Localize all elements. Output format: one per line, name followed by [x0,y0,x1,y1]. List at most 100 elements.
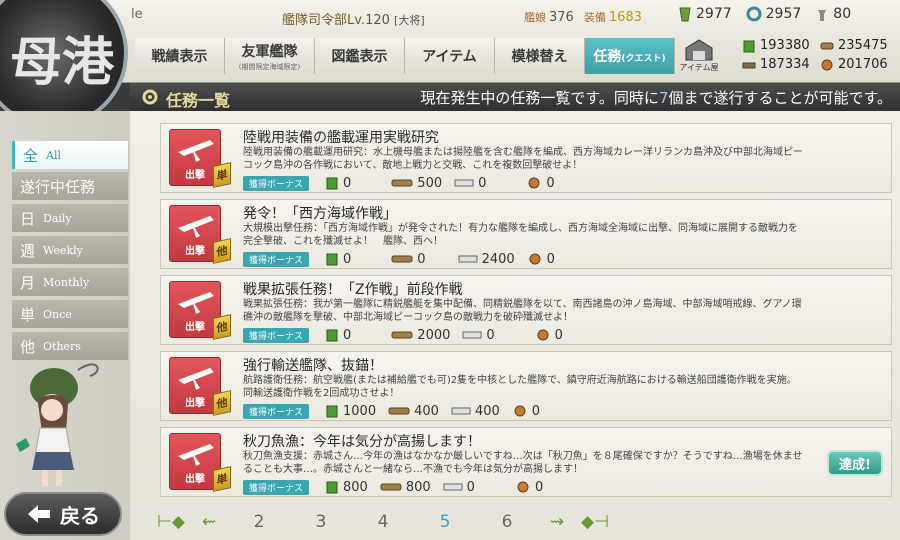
tab-quests[interactable]: 任務(クエスト) [585,38,675,74]
tab-records-label: 戦績表示 [151,49,208,65]
bauxite-count: 201706 [838,57,888,72]
page-link[interactable]: 6 [476,512,538,532]
page-title: 任務一覧 [166,91,231,110]
quest-type-badge: 他 [213,390,231,416]
page-link[interactable]: 3 [290,512,352,532]
steel-icon [451,407,471,415]
fuel-icon [326,481,338,494]
reward-fuel: 0 [343,251,352,267]
reward-ammo: 400 [414,403,439,419]
tab-friend-fleet[interactable]: 友軍艦隊 (期間限定海域限定) [225,38,315,74]
page-link[interactable]: 4 [352,512,414,532]
prev-page-arrow-icon[interactable]: ⇜ [190,512,228,532]
fuel-icon [326,177,338,190]
plane-icon [178,368,214,390]
tab-records[interactable]: 戦績表示 [135,38,225,74]
filter-monthly[interactable]: 月 Monthly [12,268,128,296]
quest-rewards: 獲得ボーナス 0 500 0 0 [243,175,567,191]
quest-description: 航路護衛任務：航空戦艦(または補給艦でも可)2隻を中核とした艦隊で、鎮守府近海航… [243,375,797,399]
steel-icon [742,62,756,68]
tab-furniture[interactable]: 模様替え [495,38,585,74]
plane-icon [178,140,214,162]
steel-icon [454,179,474,187]
hq-level: 艦隊司令部Lv.120 [大将] [282,9,425,28]
reward-steel: 0 [466,479,475,495]
quest-rewards: 獲得ボーナス 0 2000 0 0 [243,327,575,343]
ammo-icon [388,407,410,415]
quest-type-badge: 単 [213,466,231,492]
page-link-current[interactable]: 5 [414,512,476,532]
quest-item[interactable]: 出撃 単 秋刀魚漁：今年は気分が高揚します！ 秋刀魚漁支援：赤城さん…今年の漁は… [160,427,892,497]
quest-item[interactable]: 出撃 他 戦果拡張任務！「Z作戦」前段作戦 戦果拡張任務：我が第一艦隊に精鋭艦艇… [160,275,892,345]
filter-daily-jp: 日 [20,209,36,228]
rank-label: [大将] [394,14,425,27]
consumables: 2977 2957 80 [678,6,851,22]
port-emblem[interactable]: 母港 [0,0,128,128]
filter-weekly[interactable]: 週 Weekly [12,236,128,264]
tab-library[interactable]: 図鑑表示 [315,38,405,74]
filter-daily-en: Daily [43,211,72,225]
ammo-count: 235475 [838,38,888,53]
bonus-tag: 獲得ボーナス [243,479,310,495]
item-shop-button[interactable]: アイテム屋 [677,38,721,74]
filter-others-en: Others [43,339,81,353]
steel-icon [443,483,463,491]
reward-steel: 0 [478,175,487,191]
back-button[interactable]: 戻る [4,492,122,536]
ships-count: 376 [549,10,574,25]
next-page-arrow-icon[interactable]: ⇝ [538,512,576,532]
quest-completed-badge[interactable]: 達成! [827,450,883,476]
filter-weekly-jp: 週 [20,241,36,260]
tab-furniture-label: 模様替え [511,49,568,65]
reward-bauxite: 0 [531,403,541,419]
ammo-icon [391,179,413,187]
ammo-icon [391,331,413,339]
first-page-arrow-icon[interactable]: ⊢◆ [152,512,190,532]
reward-fuel: 0 [343,175,352,191]
tab-items[interactable]: アイテム [405,38,495,74]
bauxite-icon [528,177,540,189]
main-nav: 戦績表示 友軍艦隊 (期間限定海域限定) 図鑑表示 アイテム 模様替え 任務(クエ… [135,38,675,74]
quest-type-badge: 単 [213,162,231,188]
screw-count: 80 [833,6,852,22]
reward-ammo: 0 [417,251,426,267]
resources: 193380 235475 187334 201706 [742,38,898,72]
gear-icon [142,89,158,105]
hq-label: 艦隊司令部Lv. [282,13,366,28]
filter-all[interactable]: 全 All [12,141,128,169]
quest-item[interactable]: 出撃 他 発令！「西方海域作戦」 大規模出撃任務：「西方海域作戦」が発令された！… [160,199,892,269]
reward-steel: 2400 [481,251,515,267]
filter-weekly-en: Weekly [43,243,83,257]
reward-bauxite: 0 [554,327,563,343]
quest-type-badge: 他 [213,238,231,264]
fuel-icon [326,405,338,418]
filter-once[interactable]: 単 Once [12,300,128,328]
fuel-count: 193380 [760,38,810,53]
desc-before: 現在発生中の任務一覧です。同時に [420,89,659,107]
quest-title: 戦果拡張任務！「Z作戦」前段作戦 [243,282,463,298]
bonus-tag: 獲得ボーナス [243,251,310,267]
page-link[interactable]: 2 [228,512,290,532]
quest-title: 発令！「西方海域作戦」 [243,206,397,222]
reward-bauxite: 0 [546,251,555,267]
quest-limit-description: 現在発生中の任務一覧です。同時に7個まで遂行することが可能です。 [420,87,892,108]
bucket-count: 2977 [696,6,732,22]
top-status-bar: le 艦隊司令部Lv.120 [大将] 艦娘 376 装備 1683 2977 29… [0,0,900,83]
quest-item[interactable]: 出撃 単 陸戦用装備の艦載運用実戦研究 陸戦用装備の艦載運用研究：水上機母艦また… [160,123,892,193]
filter-in-progress[interactable]: 遂行中任務 [12,172,128,200]
filter-daily[interactable]: 日 Daily [12,204,128,232]
reward-ammo: 500 [417,175,443,191]
quest-list: 出撃 単 陸戦用装備の艦載運用実戦研究 陸戦用装備の艦載運用研究：水上機母艦また… [130,111,900,540]
filter-all-en: All [46,148,61,162]
reward-bauxite: 0 [534,479,544,495]
quest-item[interactable]: 出撃 他 強行輸送艦隊、抜錨！ 航路護衛任務：航空戦艦(または補給艦でも可)2隻… [160,351,892,421]
reward-fuel: 800 [343,479,368,495]
bonus-tag: 獲得ボーナス [243,403,310,419]
fleet-counts: 艦娘 376 装備 1683 [524,9,642,25]
plane-icon [178,216,214,238]
last-page-arrow-icon[interactable]: ◆⊣ [576,512,614,532]
back-arrow-icon [28,505,50,523]
quest-type-badge: 他 [213,314,231,340]
steel-count: 187334 [760,57,810,72]
bonus-tag: 獲得ボーナス [243,175,310,191]
